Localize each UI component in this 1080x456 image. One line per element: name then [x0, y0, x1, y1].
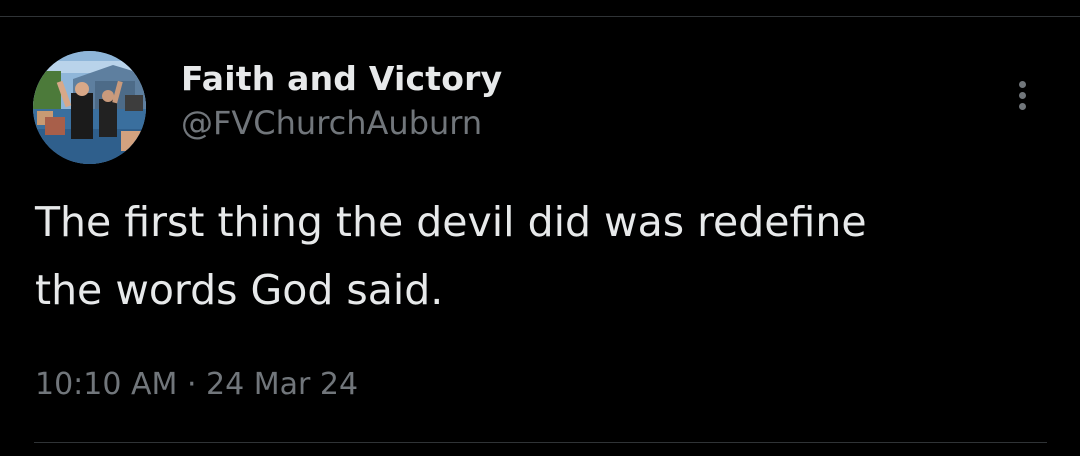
author-display-name[interactable]: Faith and Victory: [181, 57, 502, 101]
tweet-text-line-2: the words God said.: [35, 266, 444, 314]
tweet-time[interactable]: 10:10 AM: [35, 367, 177, 402]
tweet-timestamp: 10:10 AM · 24 Mar 24: [35, 360, 358, 410]
top-divider: [0, 16, 1080, 17]
profile-photo-icon: [33, 51, 146, 164]
more-vertical-icon-dot-2: [1019, 92, 1026, 99]
tweet-text-line-1: The first thing the devil did was redefi…: [35, 198, 867, 246]
meta-separator: ·: [186, 367, 197, 402]
more-vertical-icon-dot-3: [1019, 103, 1026, 110]
tweet-text: The first thing the devil did was redefi…: [35, 188, 1045, 324]
more-options-button[interactable]: [1007, 75, 1039, 115]
more-vertical-icon: [1019, 81, 1026, 88]
tweet-author: Faith and Victory @FVChurchAuburn: [181, 57, 502, 145]
tweet-date[interactable]: 24 Mar 24: [206, 367, 358, 402]
bottom-divider: [34, 442, 1047, 443]
avatar[interactable]: [33, 51, 146, 164]
author-handle[interactable]: @FVChurchAuburn: [181, 101, 502, 145]
